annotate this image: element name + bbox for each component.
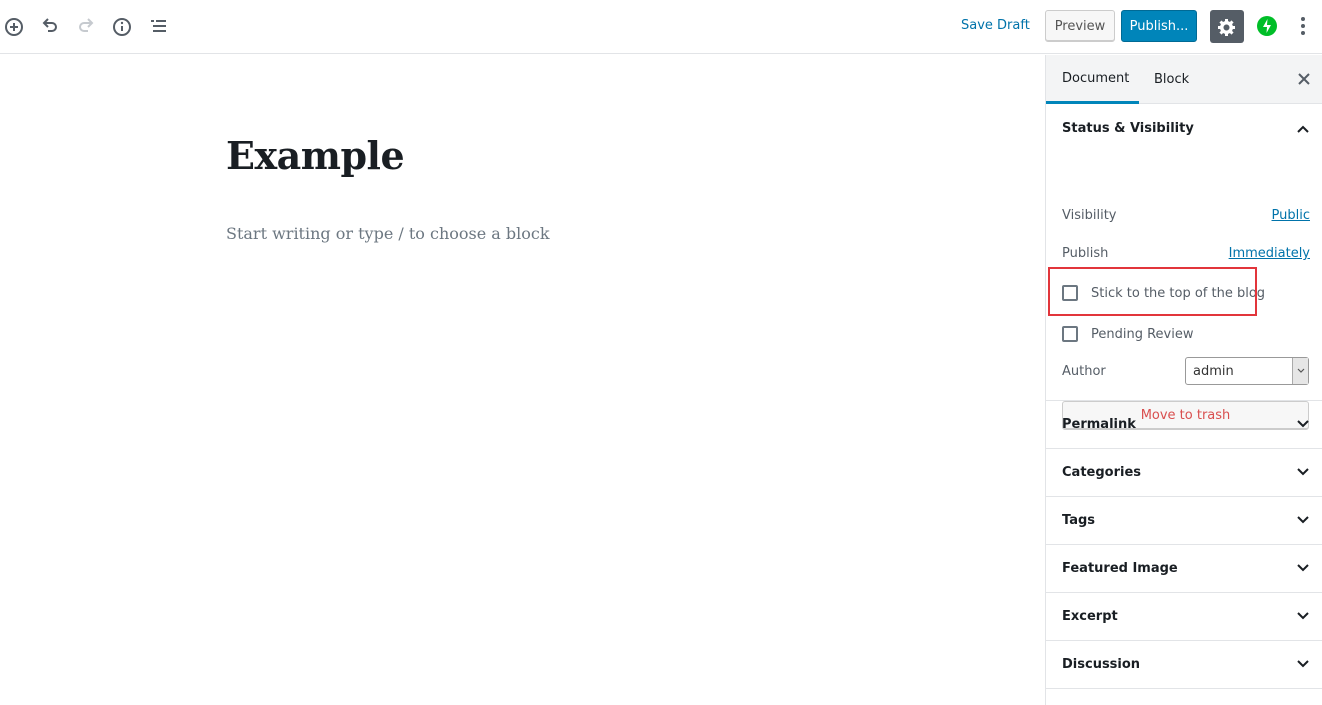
pending-review-option[interactable]: Pending Review	[1062, 326, 1193, 342]
pending-review-label[interactable]: Pending Review	[1091, 327, 1193, 342]
settings-button[interactable]	[1210, 10, 1244, 43]
panel-permalink[interactable]: Permalink	[1046, 401, 1322, 449]
chevron-down-icon	[1297, 468, 1309, 476]
editor-header: Save Draft Preview Publish...	[0, 0, 1322, 54]
sticky-option[interactable]: Stick to the top of the blog	[1062, 285, 1265, 301]
select-arrow	[1292, 358, 1308, 384]
info-icon	[113, 18, 131, 36]
publish-label: Publish	[1062, 246, 1109, 261]
redo-button[interactable]	[72, 13, 100, 41]
status-visibility-toggle[interactable]: Status & Visibility	[1046, 104, 1322, 152]
panel-categories[interactable]: Categories	[1046, 449, 1322, 497]
tab-block[interactable]: Block	[1154, 55, 1189, 104]
block-placeholder[interactable]: Start writing or type / to choose a bloc…	[226, 224, 550, 243]
panel-title: Status & Visibility	[1062, 121, 1194, 136]
panel-title: Excerpt	[1062, 609, 1118, 624]
author-select[interactable]: admin	[1185, 357, 1309, 385]
close-sidebar-button[interactable]	[1296, 71, 1312, 87]
save-draft-button[interactable]: Save Draft	[961, 18, 1030, 33]
sticky-checkbox[interactable]	[1062, 285, 1078, 301]
chevron-down-icon	[1297, 660, 1309, 668]
panel-title: Permalink	[1062, 417, 1136, 432]
visibility-link[interactable]: Public	[1272, 208, 1310, 223]
gear-icon	[1218, 18, 1235, 36]
author-value: admin	[1193, 363, 1234, 379]
content-structure-button[interactable]	[108, 13, 136, 41]
jetpack-icon	[1263, 19, 1271, 33]
close-icon	[1298, 73, 1310, 85]
editor-canvas: Example Start writing or type / to choos…	[0, 55, 1045, 705]
pending-review-checkbox[interactable]	[1062, 326, 1078, 342]
panel-tags[interactable]: Tags	[1046, 497, 1322, 545]
chevron-down-icon	[1297, 368, 1304, 373]
jetpack-button[interactable]	[1257, 16, 1277, 36]
chevron-down-icon	[1297, 612, 1309, 620]
preview-button[interactable]: Preview	[1045, 10, 1115, 42]
panel-featured-image[interactable]: Featured Image	[1046, 545, 1322, 593]
visibility-label: Visibility	[1062, 208, 1117, 223]
status-visibility-panel: Status & Visibility Visibility Public Pu…	[1046, 104, 1322, 430]
chevron-down-icon	[1297, 516, 1309, 524]
panel-title: Featured Image	[1062, 561, 1178, 576]
undo-icon	[42, 18, 57, 32]
settings-sidebar: Document Block Status & Visibility Visib…	[1045, 55, 1322, 705]
more-menu-button[interactable]	[1296, 14, 1310, 38]
add-block-icon	[5, 18, 23, 36]
tab-document[interactable]: Document	[1046, 55, 1139, 104]
chevron-up-icon	[1297, 125, 1309, 133]
panel-title: Tags	[1062, 513, 1096, 528]
redo-icon	[79, 18, 94, 32]
block-navigation-icon	[151, 20, 166, 32]
publish-button[interactable]: Publish...	[1121, 10, 1197, 42]
chevron-down-icon	[1297, 420, 1309, 428]
author-label: Author	[1062, 364, 1106, 379]
add-block-button[interactable]	[0, 13, 28, 41]
more-vertical-icon	[1301, 17, 1305, 21]
sticky-label[interactable]: Stick to the top of the blog	[1091, 286, 1265, 301]
publish-date-link[interactable]: Immediately	[1229, 246, 1310, 261]
panel-excerpt[interactable]: Excerpt	[1046, 593, 1322, 641]
undo-button[interactable]	[36, 13, 64, 41]
chevron-down-icon	[1297, 564, 1309, 572]
panel-title: Categories	[1062, 465, 1142, 480]
panel-discussion[interactable]: Discussion	[1046, 641, 1322, 689]
sidebar-tabs: Document Block	[1046, 55, 1322, 104]
panel-title: Discussion	[1062, 657, 1141, 672]
block-navigation-button[interactable]	[144, 13, 172, 41]
post-title[interactable]: Example	[226, 133, 405, 178]
